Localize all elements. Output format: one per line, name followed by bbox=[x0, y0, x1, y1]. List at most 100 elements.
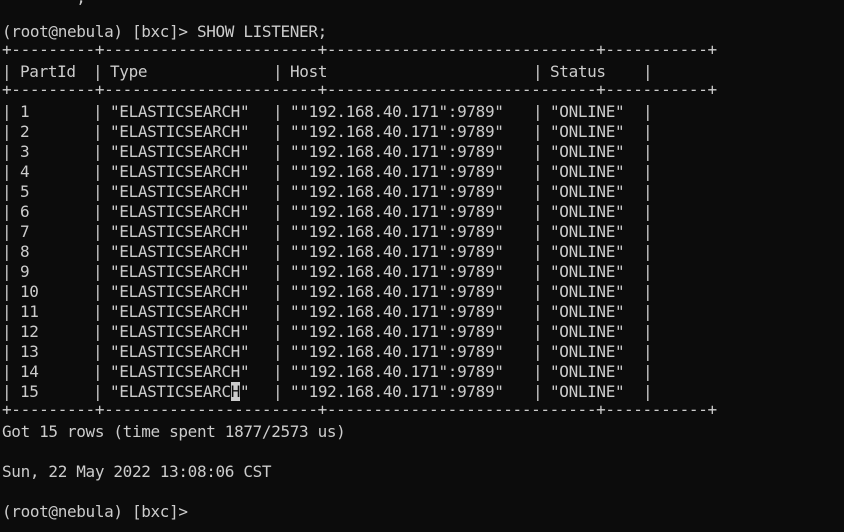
column-header-partid: PartId bbox=[20, 62, 76, 81]
cell-partid: 12 bbox=[20, 322, 39, 341]
column-separator: | bbox=[533, 122, 543, 141]
column-separator: | bbox=[643, 382, 653, 401]
column-separator: | bbox=[93, 122, 103, 141]
column-separator: | bbox=[93, 182, 103, 201]
column-separator: | bbox=[273, 262, 283, 281]
column-header-host: Host bbox=[290, 62, 328, 81]
column-separator: | bbox=[533, 302, 543, 321]
column-separator: | bbox=[2, 242, 12, 261]
column-separator: | bbox=[2, 382, 12, 401]
column-separator: | bbox=[2, 142, 12, 161]
cell-host: ""192.168.40.171":9789" bbox=[290, 162, 504, 181]
table-border-top: +---------+-----------------------+-----… bbox=[2, 40, 717, 59]
column-separator: | bbox=[273, 202, 283, 221]
cell-status: "ONLINE" bbox=[550, 202, 625, 221]
cell-type-text: "ELASTICSEARC bbox=[110, 382, 231, 401]
cell-type: "ELASTICSEARCH" bbox=[110, 382, 250, 402]
cell-type: "ELASTICSEARCH" bbox=[110, 222, 250, 241]
column-separator: | bbox=[273, 342, 283, 361]
column-separator: | bbox=[533, 142, 543, 161]
column-separator: | bbox=[533, 282, 543, 301]
column-separator: | bbox=[273, 282, 283, 301]
column-separator: | bbox=[273, 122, 283, 141]
cell-partid: 9 bbox=[20, 262, 30, 281]
cell-status: "ONLINE" bbox=[550, 322, 625, 341]
column-separator: | bbox=[273, 242, 283, 261]
column-separator: | bbox=[643, 62, 653, 81]
cell-status: "ONLINE" bbox=[550, 362, 625, 381]
column-separator: | bbox=[2, 102, 12, 121]
prompt[interactable]: (root@nebula) [bxc]> bbox=[2, 502, 188, 522]
cell-type: "ELASTICSEARCH" bbox=[110, 122, 250, 141]
column-separator: | bbox=[2, 282, 12, 301]
column-separator: | bbox=[273, 62, 283, 81]
cell-partid: 1 bbox=[20, 102, 30, 121]
column-separator: | bbox=[273, 362, 283, 381]
column-separator: | bbox=[2, 62, 12, 81]
column-separator: | bbox=[2, 342, 12, 361]
cell-partid: 4 bbox=[20, 162, 30, 181]
column-separator: | bbox=[2, 262, 12, 281]
column-separator: | bbox=[533, 322, 543, 341]
cell-type: "ELASTICSEARCH" bbox=[110, 362, 250, 381]
command-line: (root@nebula) [bxc]> SHOW LISTENER; bbox=[2, 22, 327, 41]
cell-type: "ELASTICSEARCH" bbox=[110, 142, 250, 161]
cell-partid: 2 bbox=[20, 122, 30, 141]
cell-partid: 8 bbox=[20, 242, 30, 261]
cell-status: "ONLINE" bbox=[550, 342, 625, 361]
cell-status: "ONLINE" bbox=[550, 222, 625, 241]
column-separator: | bbox=[533, 62, 543, 81]
column-separator: | bbox=[533, 162, 543, 181]
cell-host: ""192.168.40.171":9789" bbox=[290, 222, 504, 241]
cell-host: ""192.168.40.171":9789" bbox=[290, 362, 504, 381]
column-separator: | bbox=[273, 182, 283, 201]
cell-partid: 7 bbox=[20, 222, 30, 241]
cell-status: "ONLINE" bbox=[550, 242, 625, 261]
column-separator: | bbox=[93, 102, 103, 121]
table-border-mid: +---------+-----------------------+-----… bbox=[2, 80, 717, 99]
table-border-bottom: +---------+-----------------------+-----… bbox=[2, 400, 717, 419]
cell-type: "ELASTICSEARCH" bbox=[110, 202, 250, 221]
result-summary: Got 15 rows (time spent 1877/2573 us) bbox=[2, 422, 346, 441]
column-separator: | bbox=[643, 242, 653, 261]
cell-partid: 14 bbox=[20, 362, 39, 381]
column-separator: | bbox=[273, 302, 283, 321]
column-separator: | bbox=[2, 162, 12, 181]
cell-status: "ONLINE" bbox=[550, 122, 625, 141]
cell-type: "ELASTICSEARCH" bbox=[110, 242, 250, 261]
cell-type: "ELASTICSEARCH" bbox=[110, 102, 250, 121]
column-separator: | bbox=[93, 142, 103, 161]
cell-status: "ONLINE" bbox=[550, 262, 625, 281]
column-separator: | bbox=[93, 342, 103, 361]
cell-partid: 3 bbox=[20, 142, 30, 161]
column-separator: | bbox=[2, 202, 12, 221]
column-separator: | bbox=[93, 162, 103, 181]
column-separator: | bbox=[643, 262, 653, 281]
cell-type-text: " bbox=[239, 382, 250, 401]
cell-status: "ONLINE" bbox=[550, 102, 625, 121]
cell-status: "ONLINE" bbox=[550, 162, 625, 181]
terminal-window[interactable]: , (root@nebula) [bxc]> SHOW LISTENER; +-… bbox=[0, 0, 844, 532]
column-separator: | bbox=[2, 322, 12, 341]
cell-host: ""192.168.40.171":9789" bbox=[290, 262, 504, 281]
cell-status: "ONLINE" bbox=[550, 182, 625, 201]
column-header-status: Status bbox=[550, 62, 606, 81]
column-separator: | bbox=[643, 202, 653, 221]
column-separator: | bbox=[533, 362, 543, 381]
column-separator: | bbox=[93, 282, 103, 301]
column-separator: | bbox=[93, 262, 103, 281]
column-separator: | bbox=[643, 322, 653, 341]
text-cursor: H bbox=[230, 382, 240, 401]
column-separator: | bbox=[643, 182, 653, 201]
cell-type: "ELASTICSEARCH" bbox=[110, 342, 250, 361]
cell-type: "ELASTICSEARCH" bbox=[110, 282, 250, 301]
column-separator: | bbox=[643, 102, 653, 121]
cell-type: "ELASTICSEARCH" bbox=[110, 182, 250, 201]
column-separator: | bbox=[533, 102, 543, 121]
cell-host: ""192.168.40.171":9789" bbox=[290, 182, 504, 201]
cell-host: ""192.168.40.171":9789" bbox=[290, 122, 504, 141]
column-separator: | bbox=[93, 382, 103, 401]
cell-host: ""192.168.40.171":9789" bbox=[290, 202, 504, 221]
cell-host: ""192.168.40.171":9789" bbox=[290, 102, 504, 121]
cell-status: "ONLINE" bbox=[550, 382, 625, 401]
